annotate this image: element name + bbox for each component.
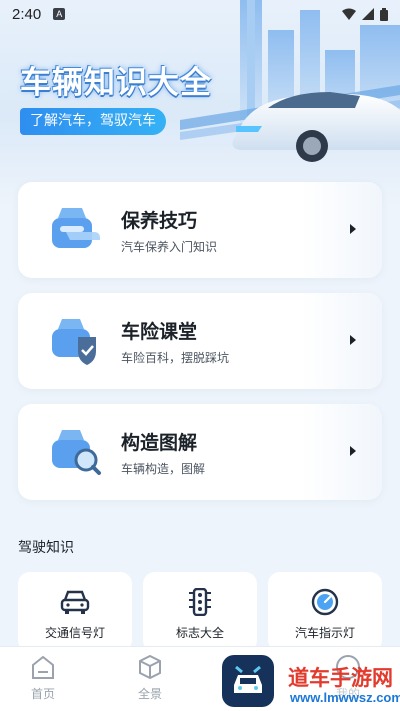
gauge-icon bbox=[311, 588, 339, 616]
watermark: 道车手游网 www.lmwwsz.com bbox=[282, 660, 400, 710]
card-decoration bbox=[302, 293, 382, 389]
card-title: 构造图解 bbox=[121, 432, 198, 454]
tab-panorama[interactable]: 全景 bbox=[120, 653, 180, 702]
hero-banner: 车辆知识大全 了解汽车，驾驭汽车 bbox=[0, 0, 400, 210]
battery-icon bbox=[380, 7, 388, 21]
card-decoration bbox=[302, 404, 382, 500]
card-title: 车险课堂 bbox=[121, 321, 198, 343]
card-insurance-class[interactable]: 车险课堂 车险百科，摆脱踩坑 bbox=[18, 293, 382, 389]
card-desc: 汽车保养入门知识 bbox=[121, 240, 218, 254]
tab-label: 首页 bbox=[30, 687, 55, 701]
car-shield-icon bbox=[52, 319, 96, 365]
tab-label: 全景 bbox=[137, 687, 162, 701]
watermark-url: www.lmwwsz.com bbox=[290, 690, 400, 705]
watermark-name: 道车手游网 bbox=[288, 666, 393, 690]
hero-title: 车辆知识大全 bbox=[20, 65, 212, 101]
cube-icon bbox=[139, 654, 161, 680]
car-logo-icon bbox=[234, 665, 262, 693]
quick-item-label: 汽车指示灯 bbox=[294, 626, 355, 640]
city-skyline-illustration bbox=[180, 0, 400, 162]
tab-home[interactable]: 首页 bbox=[13, 653, 73, 702]
home-icon bbox=[32, 655, 54, 679]
card-title: 保养技巧 bbox=[121, 210, 198, 232]
car-icon bbox=[60, 590, 90, 614]
wifi-icon bbox=[342, 8, 356, 20]
driving-knowledge-grid: 交通信号灯 标志大全 汽车指示灯 bbox=[18, 572, 382, 652]
arrow-right-icon bbox=[350, 224, 356, 234]
signal-icon bbox=[362, 8, 374, 20]
status-time: 2:40 bbox=[12, 5, 42, 23]
status-icons bbox=[342, 7, 388, 21]
hero-subtitle: 了解汽车，驾驭汽车 bbox=[20, 108, 166, 135]
quick-item-traffic-signals[interactable]: 交通信号灯 bbox=[18, 572, 132, 652]
arrow-right-icon bbox=[350, 335, 356, 345]
card-decoration bbox=[302, 182, 382, 278]
quick-item-sign-encyclopedia[interactable]: 标志大全 bbox=[143, 572, 257, 652]
car-magnifier-icon bbox=[52, 430, 101, 475]
quick-item-label: 交通信号灯 bbox=[44, 626, 105, 640]
car-wrench-icon bbox=[52, 208, 100, 248]
arrow-right-icon bbox=[350, 446, 356, 456]
quick-item-indicator-lights[interactable]: 汽车指示灯 bbox=[268, 572, 382, 652]
card-desc: 车险百科，摆脱踩坑 bbox=[121, 351, 230, 365]
quick-item-label: 标志大全 bbox=[175, 626, 224, 640]
notification-icon: A bbox=[53, 8, 66, 20]
card-desc: 车辆构造，图解 bbox=[121, 462, 206, 476]
card-maintenance-tips[interactable]: 保养技巧 汽车保养入门知识 bbox=[18, 182, 382, 278]
section-title-driving-knowledge: 驾驶知识 bbox=[18, 540, 74, 556]
status-bar: 2:40 A bbox=[0, 0, 400, 28]
traffic-light-icon bbox=[189, 588, 211, 616]
watermark-logo bbox=[222, 655, 274, 707]
card-structure-diagram[interactable]: 构造图解 车辆构造，图解 bbox=[18, 404, 382, 500]
